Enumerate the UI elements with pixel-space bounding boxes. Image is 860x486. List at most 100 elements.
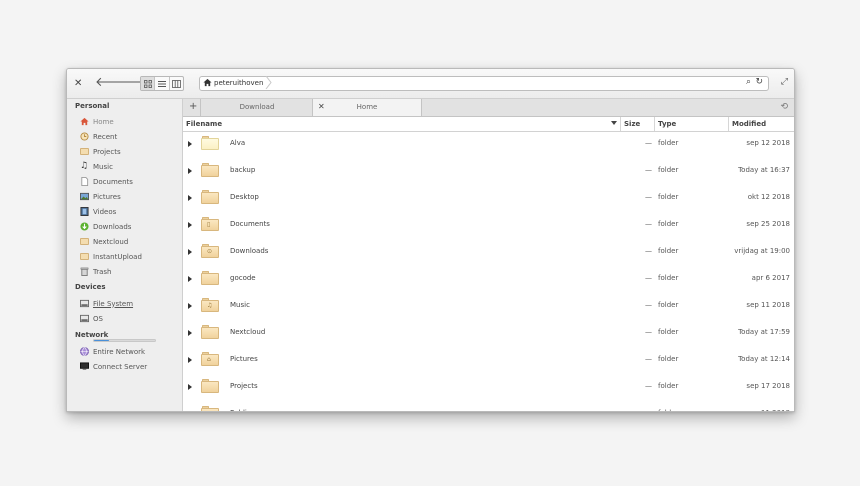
sidebar-item-recent[interactable]: Recent xyxy=(80,130,117,143)
expander-icon[interactable] xyxy=(188,195,192,201)
server-icon xyxy=(80,362,89,371)
sidebar-item-file-system[interactable]: File System xyxy=(80,297,133,310)
restore-tab-icon[interactable]: ⟲ xyxy=(780,102,788,112)
path-bar[interactable]: peteruithoven ⌕ ↻ xyxy=(199,76,769,91)
breadcrumb-separator xyxy=(265,76,272,89)
file-modified: Today at 12:14 xyxy=(738,355,790,363)
file-name: Alva xyxy=(230,139,246,147)
column-type[interactable]: Type xyxy=(658,120,676,128)
file-type: folder xyxy=(658,382,679,390)
expander-icon[interactable] xyxy=(188,276,192,282)
expander-icon[interactable] xyxy=(188,330,192,336)
sidebar-item-home[interactable]: Home xyxy=(80,115,114,128)
maximize-icon[interactable]: ⤢ xyxy=(781,77,788,87)
trash-icon xyxy=(80,267,89,276)
file-modified: sep 17 2018 xyxy=(746,382,790,390)
table-row[interactable]: ♫ Music — folder sep 11 2018 xyxy=(183,294,794,321)
expander-icon[interactable] xyxy=(188,303,192,309)
folder-icon xyxy=(201,271,219,285)
file-type: folder xyxy=(658,301,679,309)
column-size[interactable]: Size xyxy=(624,120,640,128)
table-row[interactable]: Alva — folder sep 12 2018 xyxy=(183,132,794,159)
table-row[interactable]: Projects — folder sep 17 2018 xyxy=(183,375,794,402)
document-icon xyxy=(80,177,89,186)
file-size: — xyxy=(645,328,652,336)
folder-icon xyxy=(201,325,219,339)
column-modified[interactable]: Modified xyxy=(732,120,766,128)
folder-icon xyxy=(201,136,219,150)
sidebar-item-connect-server[interactable]: Connect Server xyxy=(80,360,147,373)
sidebar-item-music[interactable]: ♫ Music xyxy=(80,160,113,173)
folder-icon xyxy=(201,190,219,204)
sidebar-item-instantupload[interactable]: InstantUpload xyxy=(80,250,142,263)
column-separator[interactable] xyxy=(654,117,655,131)
file-manager-window: ✕ 🡐 🡒 peteruithoven ⌕ ↻ ⤢ Personal Home … xyxy=(66,68,795,412)
expander-icon[interactable] xyxy=(188,249,192,255)
sidebar-section-personal: Personal xyxy=(75,102,110,110)
column-filename[interactable]: Filename xyxy=(186,120,222,128)
folder-icon xyxy=(201,163,219,177)
file-modified: Today at 16:37 xyxy=(738,166,790,174)
file-name: Music xyxy=(230,301,250,309)
sidebar-item-pictures[interactable]: Pictures xyxy=(80,190,121,203)
sidebar-item-trash[interactable]: Trash xyxy=(80,265,112,278)
sidebar-item-label: Entire Network xyxy=(93,347,146,356)
column-view-icon[interactable] xyxy=(170,77,183,90)
music-icon: ♫ xyxy=(80,161,89,171)
file-type: folder xyxy=(658,328,679,336)
sidebar-item-label: Connect Server xyxy=(93,362,148,371)
reload-icon[interactable]: ↻ xyxy=(755,77,763,87)
list-view-icon[interactable] xyxy=(155,77,170,90)
sidebar-item-downloads[interactable]: Downloads xyxy=(80,220,131,233)
file-modified: sep 25 2018 xyxy=(746,220,790,228)
tab-download[interactable]: Download xyxy=(200,99,314,116)
table-row[interactable]: ⌂ Pictures — folder Today at 12:14 xyxy=(183,348,794,375)
table-row[interactable]: gocode — folder apr 6 2017 xyxy=(183,267,794,294)
close-icon[interactable]: ✕ xyxy=(74,78,82,89)
expander-icon[interactable] xyxy=(188,384,192,390)
grid-view-icon[interactable] xyxy=(141,77,156,90)
network-icon xyxy=(80,347,89,356)
file-modified: apr 6 2017 xyxy=(751,274,790,282)
file-name: Projects xyxy=(230,382,258,390)
header-bar: ✕ 🡐 🡒 peteruithoven ⌕ ↻ ⤢ xyxy=(67,69,794,99)
folder-icon xyxy=(80,237,89,246)
sidebar-item-nextcloud[interactable]: Nextcloud xyxy=(80,235,128,248)
expander-icon[interactable] xyxy=(188,222,192,228)
table-row[interactable]: ⊙ Downloads — folder vrijdag at 19:00 xyxy=(183,240,794,267)
sidebar-item-projects[interactable]: Projects xyxy=(80,145,121,158)
column-header: Filename Size Type Modified xyxy=(183,117,794,132)
file-modified: sep 11 2018 xyxy=(746,301,790,309)
sidebar-section-network: Network xyxy=(75,331,109,339)
table-row[interactable]: ▯ Documents — folder sep 25 2018 xyxy=(183,213,794,240)
sidebar-item-documents[interactable]: Documents xyxy=(80,175,133,188)
sidebar-item-entire-network[interactable]: Entire Network xyxy=(80,345,145,358)
file-size: — xyxy=(645,220,652,228)
column-separator[interactable] xyxy=(620,117,621,131)
file-size: — xyxy=(645,247,652,255)
tab-home[interactable]: ✕ Home xyxy=(312,99,422,116)
file-modified: okt 12 2018 xyxy=(747,193,790,201)
file-type: folder xyxy=(658,166,679,174)
new-tab-icon[interactable]: + xyxy=(189,101,197,112)
home-icon xyxy=(203,78,212,87)
sidebar-item-label: InstantUpload xyxy=(93,252,142,261)
sidebar-item-os[interactable]: OS xyxy=(80,312,103,325)
folder-icon xyxy=(201,406,219,411)
file-size: — xyxy=(645,274,652,282)
file-name: Desktop xyxy=(230,193,259,201)
expander-icon[interactable] xyxy=(188,357,192,363)
sidebar-item-label: OS xyxy=(93,314,103,323)
sidebar-item-videos[interactable]: Videos xyxy=(80,205,116,218)
expander-icon[interactable] xyxy=(188,168,192,174)
expander-icon[interactable] xyxy=(188,141,192,147)
table-row[interactable]: Public — folder sep 11 2018 xyxy=(183,402,794,411)
column-separator[interactable] xyxy=(728,117,729,131)
search-icon[interactable]: ⌕ xyxy=(746,77,751,87)
table-row[interactable]: Nextcloud — folder Today at 17:59 xyxy=(183,321,794,348)
folder-icon xyxy=(201,379,219,393)
table-row[interactable]: backup — folder Today at 16:37 xyxy=(183,159,794,186)
breadcrumb[interactable]: peteruithoven xyxy=(203,78,263,87)
table-row[interactable]: Desktop — folder okt 12 2018 xyxy=(183,186,794,213)
file-modified: sep 12 2018 xyxy=(746,139,790,147)
